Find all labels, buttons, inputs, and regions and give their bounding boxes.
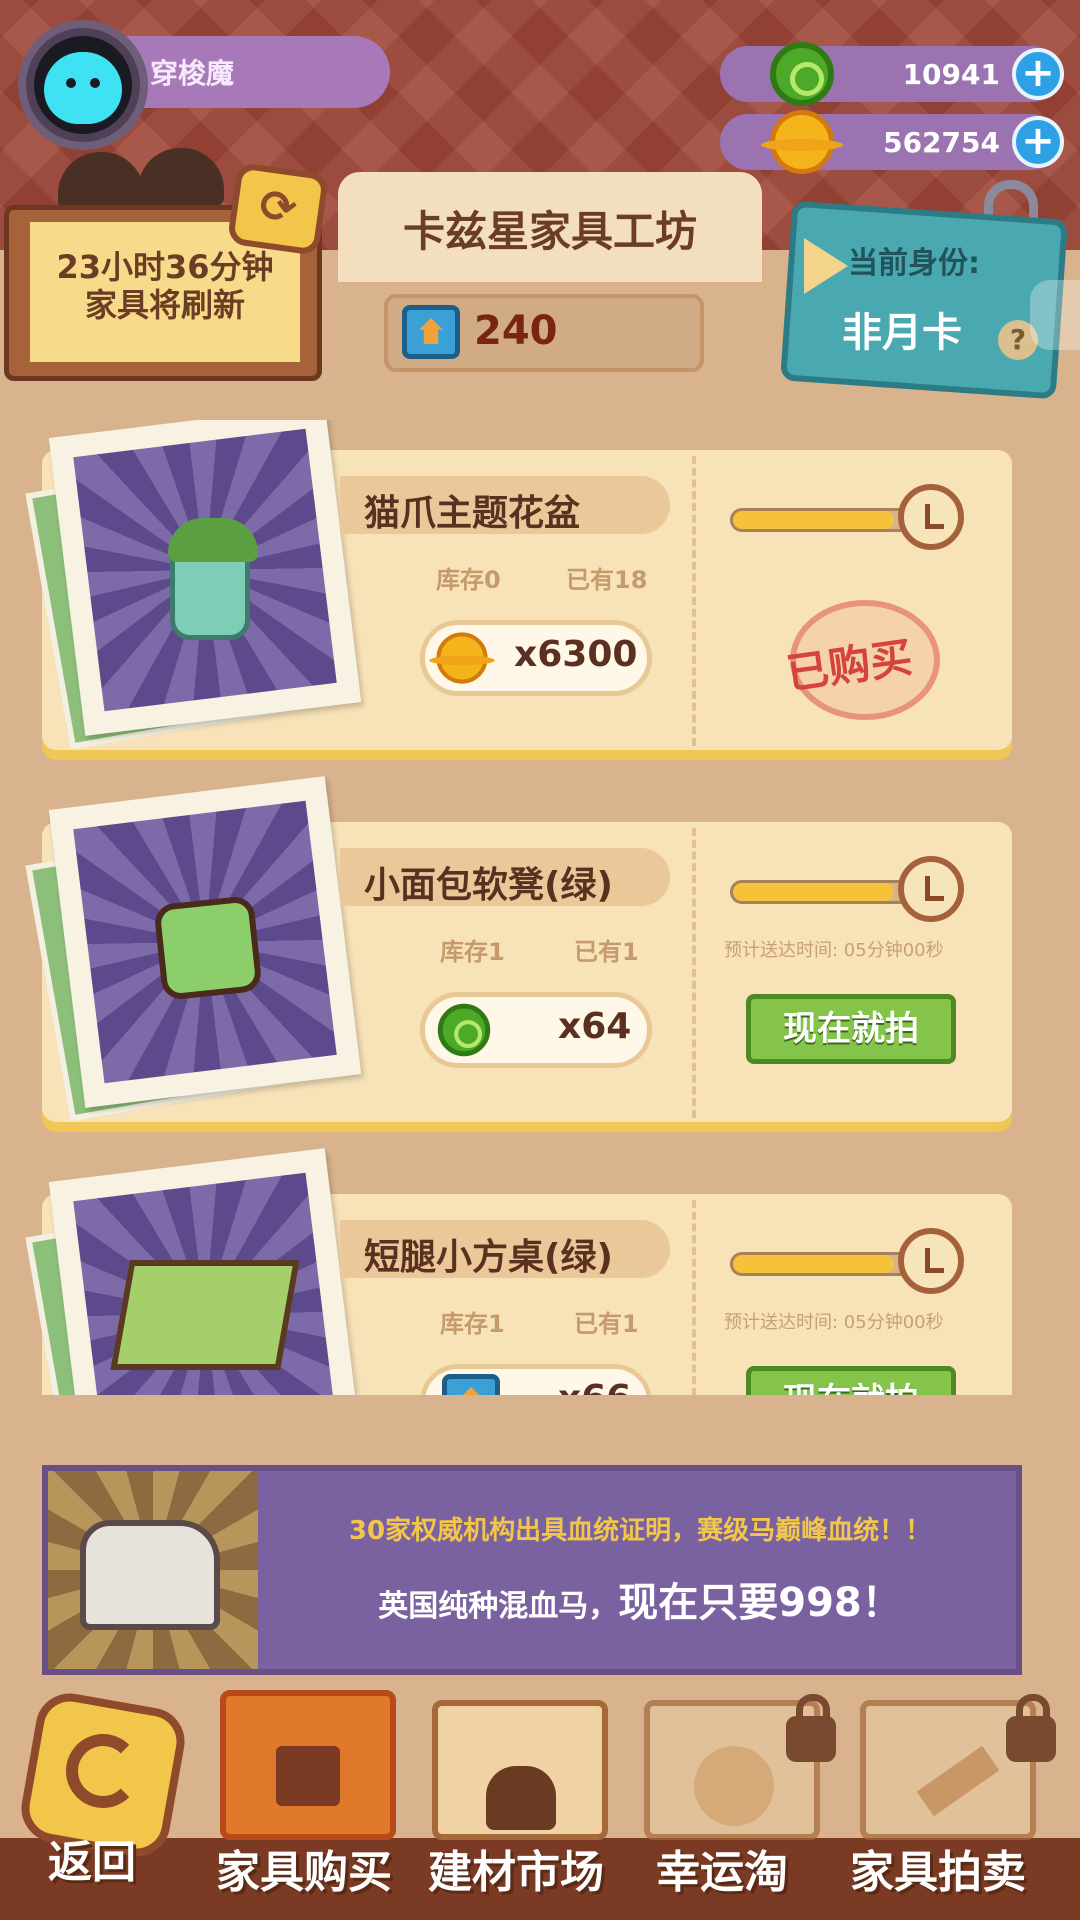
tab-label: 家具购买 <box>216 1847 392 1898</box>
cat-head-icon <box>58 152 144 210</box>
back-label: 返回 <box>48 1837 136 1888</box>
clock-icon <box>898 484 964 550</box>
cat-eye-left <box>66 78 76 88</box>
star-icon <box>694 1746 774 1826</box>
clock-icon <box>898 1228 964 1294</box>
cat-eye-right <box>90 78 100 88</box>
ticket-balance: 240 <box>474 308 558 354</box>
item-stock: 库存1 <box>440 1310 505 1338</box>
identity-value: 非月卡 <box>842 310 962 356</box>
lock-icon <box>1006 1694 1056 1762</box>
card-divider <box>692 1200 696 1395</box>
plant-leaves-icon <box>168 518 258 562</box>
cat-head-icon <box>138 148 224 206</box>
refresh-icon[interactable]: ⟳ <box>226 161 330 257</box>
furniture-ticket-icon <box>402 305 460 359</box>
cat-face-icon <box>44 52 122 124</box>
item-owned: 已有18 <box>566 566 648 594</box>
banner-offer-price: 现在只要998！ <box>618 1580 902 1626</box>
gem-icon <box>770 42 834 106</box>
refresh-countdown: 23小时36分钟 <box>56 248 274 286</box>
item-price: x66 <box>558 1378 631 1395</box>
item-price: x64 <box>558 1006 632 1047</box>
item-stock: 库存0 <box>436 566 501 594</box>
item-price: x6300 <box>514 634 638 675</box>
item-stock: 库存1 <box>440 938 505 966</box>
identity-flag-icon <box>804 238 848 294</box>
clock-icon <box>898 856 964 922</box>
square-table-icon <box>110 1260 300 1370</box>
bread-stool-icon <box>153 895 263 1001</box>
delivery-progress-fill <box>733 1255 895 1273</box>
cats-decoration <box>58 148 228 210</box>
card-divider <box>692 828 696 1118</box>
delivery-progress-fill <box>733 883 895 901</box>
coin-icon <box>429 632 495 684</box>
tab-label: 家具拍卖 <box>850 1847 1026 1898</box>
horse-icon <box>80 1520 220 1630</box>
delivery-eta: 预计送达时间: 05分钟00秒 <box>724 940 944 961</box>
card-divider <box>692 456 696 746</box>
tab-material-market[interactable] <box>432 1700 608 1840</box>
gift-box-icon <box>276 1746 340 1806</box>
back-arrow-icon <box>66 1734 140 1808</box>
banner-headline: 30家权威机构出具血统证明，赛级马巅峰血统！！ <box>348 1516 932 1546</box>
add-gems-button[interactable]: + <box>1012 48 1064 100</box>
item-name: 短腿小方桌(绿) <box>364 1237 613 1278</box>
gavel-icon <box>916 1745 1000 1817</box>
bid-now-button[interactable]: 现在就拍 <box>746 994 956 1064</box>
gem-balance: 10941 <box>902 58 1000 91</box>
item-list[interactable]: 猫爪主题花盆 库存0 已有18 x6300 已购买 小面包软凳(绿) 库存1 已… <box>0 420 1080 1395</box>
furniture-ticket-icon <box>442 1374 500 1395</box>
share-icon[interactable] <box>1030 280 1080 350</box>
refresh-caption: 家具将刷新 <box>84 286 245 324</box>
item-name: 猫爪主题花盆 <box>364 493 581 534</box>
delivery-progress-fill <box>733 511 895 529</box>
coin-icon <box>761 110 843 174</box>
identity-label: 当前身份: <box>848 246 980 281</box>
item-owned: 已有1 <box>574 938 639 966</box>
item-owned: 已有1 <box>574 1310 639 1338</box>
paint-bucket-icon <box>486 1766 556 1830</box>
lock-icon <box>786 1694 836 1762</box>
refresh-timer-text: 23小时36分钟 家具将刷新 <box>30 248 300 324</box>
tab-label: 幸运淘 <box>656 1847 788 1898</box>
bid-now-button[interactable]: 现在就拍 <box>746 1366 956 1395</box>
coin-balance: 562754 <box>883 126 1000 159</box>
player-name: 穿梭魔 <box>150 57 235 90</box>
tab-furniture-buy[interactable] <box>220 1690 396 1840</box>
banner-offer-prefix: 英国纯种混血马， <box>378 1589 619 1624</box>
banner-offer: 英国纯种混血马，现在只要998！ <box>300 1570 980 1628</box>
item-name: 小面包软凳(绿) <box>364 865 613 906</box>
gem-icon <box>437 1003 491 1057</box>
page-title: 卡兹星家具工坊 <box>402 207 697 256</box>
delivery-eta: 预计送达时间: 05分钟00秒 <box>724 1312 944 1333</box>
add-coins-button[interactable]: + <box>1012 116 1064 168</box>
tab-label: 建材市场 <box>428 1847 604 1898</box>
